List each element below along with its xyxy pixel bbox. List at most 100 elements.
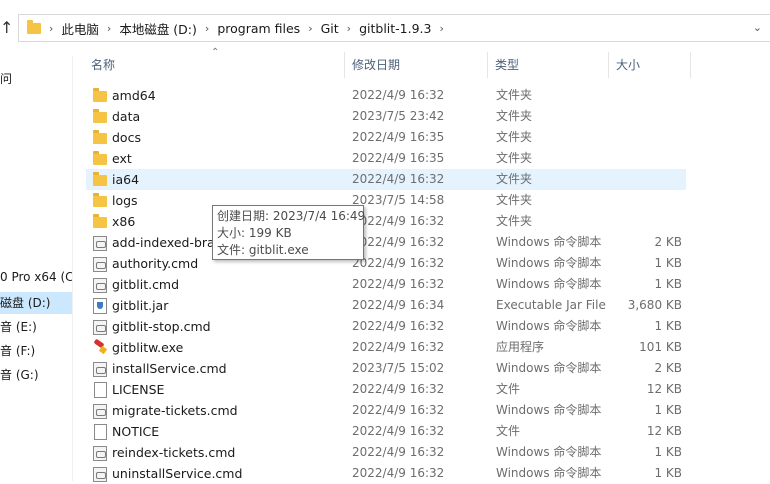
- column-header-name[interactable]: 名称: [91, 52, 115, 78]
- file-row[interactable]: gitblit.jar 2022/4/9 16:34 Executable Jar …: [86, 295, 686, 316]
- chevron-right-icon[interactable]: ›: [205, 22, 209, 35]
- file-type: 文件夹: [496, 130, 533, 144]
- folder-icon: [93, 151, 107, 165]
- address-bar-region: ↑ › 此电脑 › 本地磁盘 (D:) › program files › Gi…: [0, 0, 770, 56]
- address-bar[interactable]: › 此电脑 › 本地磁盘 (D:) › program files › Git …: [18, 14, 770, 42]
- folder-icon: [93, 88, 107, 102]
- column-header-type[interactable]: 类型: [495, 52, 519, 78]
- file-row[interactable]: amd64 2022/4/9 16:32 文件夹: [86, 85, 686, 106]
- folder-icon: [93, 130, 107, 144]
- nav-item[interactable]: 0 Pro x64 (C: [0, 266, 72, 288]
- column-separator[interactable]: [690, 52, 691, 78]
- file-size: 1 KB: [654, 319, 682, 333]
- breadcrumb-program-files[interactable]: program files: [217, 21, 300, 36]
- file-size: 1 KB: [654, 445, 682, 459]
- file-modified-date: 2022/4/9 16:34: [352, 298, 445, 312]
- file-row[interactable]: LICENSE 2022/4/9 16:32 文件 12 KB: [86, 379, 686, 400]
- column-separator[interactable]: [608, 52, 609, 78]
- file-name: gitblit-stop.cmd: [112, 319, 211, 334]
- file-row[interactable]: x86 2022/4/9 16:32 文件夹: [86, 211, 686, 232]
- tooltip-created-date: 创建日期: 2023/7/4 16:49: [217, 209, 366, 223]
- chevron-right-icon[interactable]: ›: [347, 22, 351, 35]
- file-modified-date: 2022/4/9 16:32: [352, 214, 445, 228]
- folder-icon: [93, 109, 107, 123]
- file-modified-date: 2022/4/9 16:32: [352, 424, 445, 438]
- up-arrow-icon[interactable]: ↑: [0, 17, 16, 39]
- file-row[interactable]: gitblitw.exe 2022/4/9 16:32 应用程序 101 KB: [86, 337, 686, 358]
- chevron-right-icon[interactable]: ›: [308, 22, 312, 35]
- file-row[interactable]: migrate-tickets.cmd 2022/4/9 16:32 Windows…: [86, 400, 686, 421]
- file-row[interactable]: data 2023/7/5 23:42 文件夹: [86, 106, 686, 127]
- file-size: [602, 190, 682, 211]
- column-separator[interactable]: [344, 52, 345, 78]
- file-row[interactable]: gitblit.cmd 2022/4/9 16:32 Windows 命令脚本 1 K…: [86, 274, 686, 295]
- file-type: 文件夹: [496, 214, 533, 228]
- exe-app-icon: [92, 340, 108, 355]
- file-size: 101 KB: [639, 340, 682, 354]
- file-row[interactable]: installService.cmd 2023/7/5 15:02 Windows …: [86, 358, 686, 379]
- file-row[interactable]: docs 2022/4/9 16:35 文件夹: [86, 127, 686, 148]
- file-size: [602, 169, 682, 190]
- column-separator[interactable]: [487, 52, 488, 78]
- breadcrumb-git[interactable]: Git: [321, 21, 339, 36]
- file-modified-date: 2022/4/9 16:35: [352, 130, 445, 144]
- file-icon: [94, 382, 107, 398]
- nav-item[interactable]: 音 (F:): [0, 340, 72, 362]
- folder-icon: [93, 193, 107, 207]
- file-row[interactable]: reindex-tickets.cmd 2022/4/9 16:32 Windows…: [86, 442, 686, 463]
- file-row[interactable]: add-indexed-bra 2022/4/9 16:32 Windows 命令脚…: [86, 232, 686, 253]
- file-modified-date: 2023/7/5 23:42: [352, 109, 445, 123]
- chevron-right-icon[interactable]: ›: [49, 22, 53, 35]
- chevron-down-icon[interactable]: ⌄: [753, 21, 762, 34]
- file-modified-date: 2022/4/9 16:32: [352, 445, 445, 459]
- nav-item[interactable]: 磁盘 (D:): [0, 292, 72, 314]
- file-row[interactable]: NOTICE 2022/4/9 16:32 文件 12 KB: [86, 421, 686, 442]
- file-size: [602, 127, 682, 148]
- cmd-script-icon: [93, 236, 107, 251]
- file-name: ext: [112, 151, 132, 166]
- file-type: Windows 命令脚本: [496, 319, 602, 333]
- pane-divider[interactable]: [72, 56, 73, 481]
- folder-icon: [27, 19, 41, 34]
- file-modified-date: 2022/4/9 16:32: [352, 235, 445, 249]
- file-name: migrate-tickets.cmd: [112, 403, 238, 418]
- file-modified-date: 2022/4/9 16:32: [352, 88, 445, 102]
- file-size: 1 KB: [654, 403, 682, 417]
- file-modified-date: 2022/4/9 16:32: [352, 382, 445, 396]
- breadcrumb-gitblit[interactable]: gitblit-1.9.3: [359, 21, 431, 36]
- file-size: 2 KB: [654, 361, 682, 375]
- file-row[interactable]: ext 2022/4/9 16:35 文件夹: [86, 148, 686, 169]
- file-modified-date: 2022/4/9 16:35: [352, 151, 445, 165]
- chevron-right-icon[interactable]: ›: [439, 22, 443, 35]
- nav-item[interactable]: 音 (E:): [0, 316, 72, 338]
- cmd-script-icon: [93, 404, 107, 419]
- file-modified-date: 2022/4/9 16:32: [352, 172, 445, 186]
- column-header-date[interactable]: 修改日期: [352, 52, 400, 78]
- file-name: ia64: [112, 172, 140, 187]
- file-row[interactable]: authority.cmd 2022/4/9 16:32 Windows 命令脚本 1…: [86, 253, 686, 274]
- file-size: 12 KB: [646, 424, 682, 438]
- file-name: x86: [112, 214, 136, 229]
- cmd-script-icon: [93, 320, 107, 335]
- file-modified-date: 2022/4/9 16:32: [352, 319, 445, 333]
- file-row[interactable]: logs 2023/7/5 14:58 文件夹: [86, 190, 686, 211]
- file-row[interactable]: ia64 2022/4/9 16:32 文件夹: [86, 169, 686, 190]
- file-row[interactable]: gitblit-stop.cmd 2022/4/9 16:32 Windows 命令…: [86, 316, 686, 337]
- file-type: 文件夹: [496, 172, 533, 186]
- breadcrumb-this-pc[interactable]: 此电脑: [61, 19, 99, 38]
- column-header-size[interactable]: 大小: [616, 52, 640, 78]
- navigation-pane: 问 0 Pro x64 (C 磁盘 (D:) 音 (E:) 音 (F:) 音 (G:): [0, 56, 72, 481]
- breadcrumb-drive-d[interactable]: 本地磁盘 (D:): [119, 19, 197, 38]
- tooltip-files: 文件: gitblit.exe: [217, 243, 309, 257]
- chevron-right-icon[interactable]: ›: [107, 22, 111, 35]
- file-name: reindex-tickets.cmd: [112, 445, 236, 460]
- file-name: logs: [112, 193, 138, 208]
- file-size: 2 KB: [654, 235, 682, 249]
- file-size: 12 KB: [646, 382, 682, 396]
- file-name: gitblit.jar: [112, 298, 169, 313]
- file-type: 文件夹: [496, 151, 533, 165]
- nav-item[interactable]: 音 (G:): [0, 364, 72, 386]
- file-type: Executable Jar File: [496, 298, 606, 312]
- nav-item[interactable]: 问: [0, 68, 72, 90]
- cmd-script-icon: [93, 467, 107, 482]
